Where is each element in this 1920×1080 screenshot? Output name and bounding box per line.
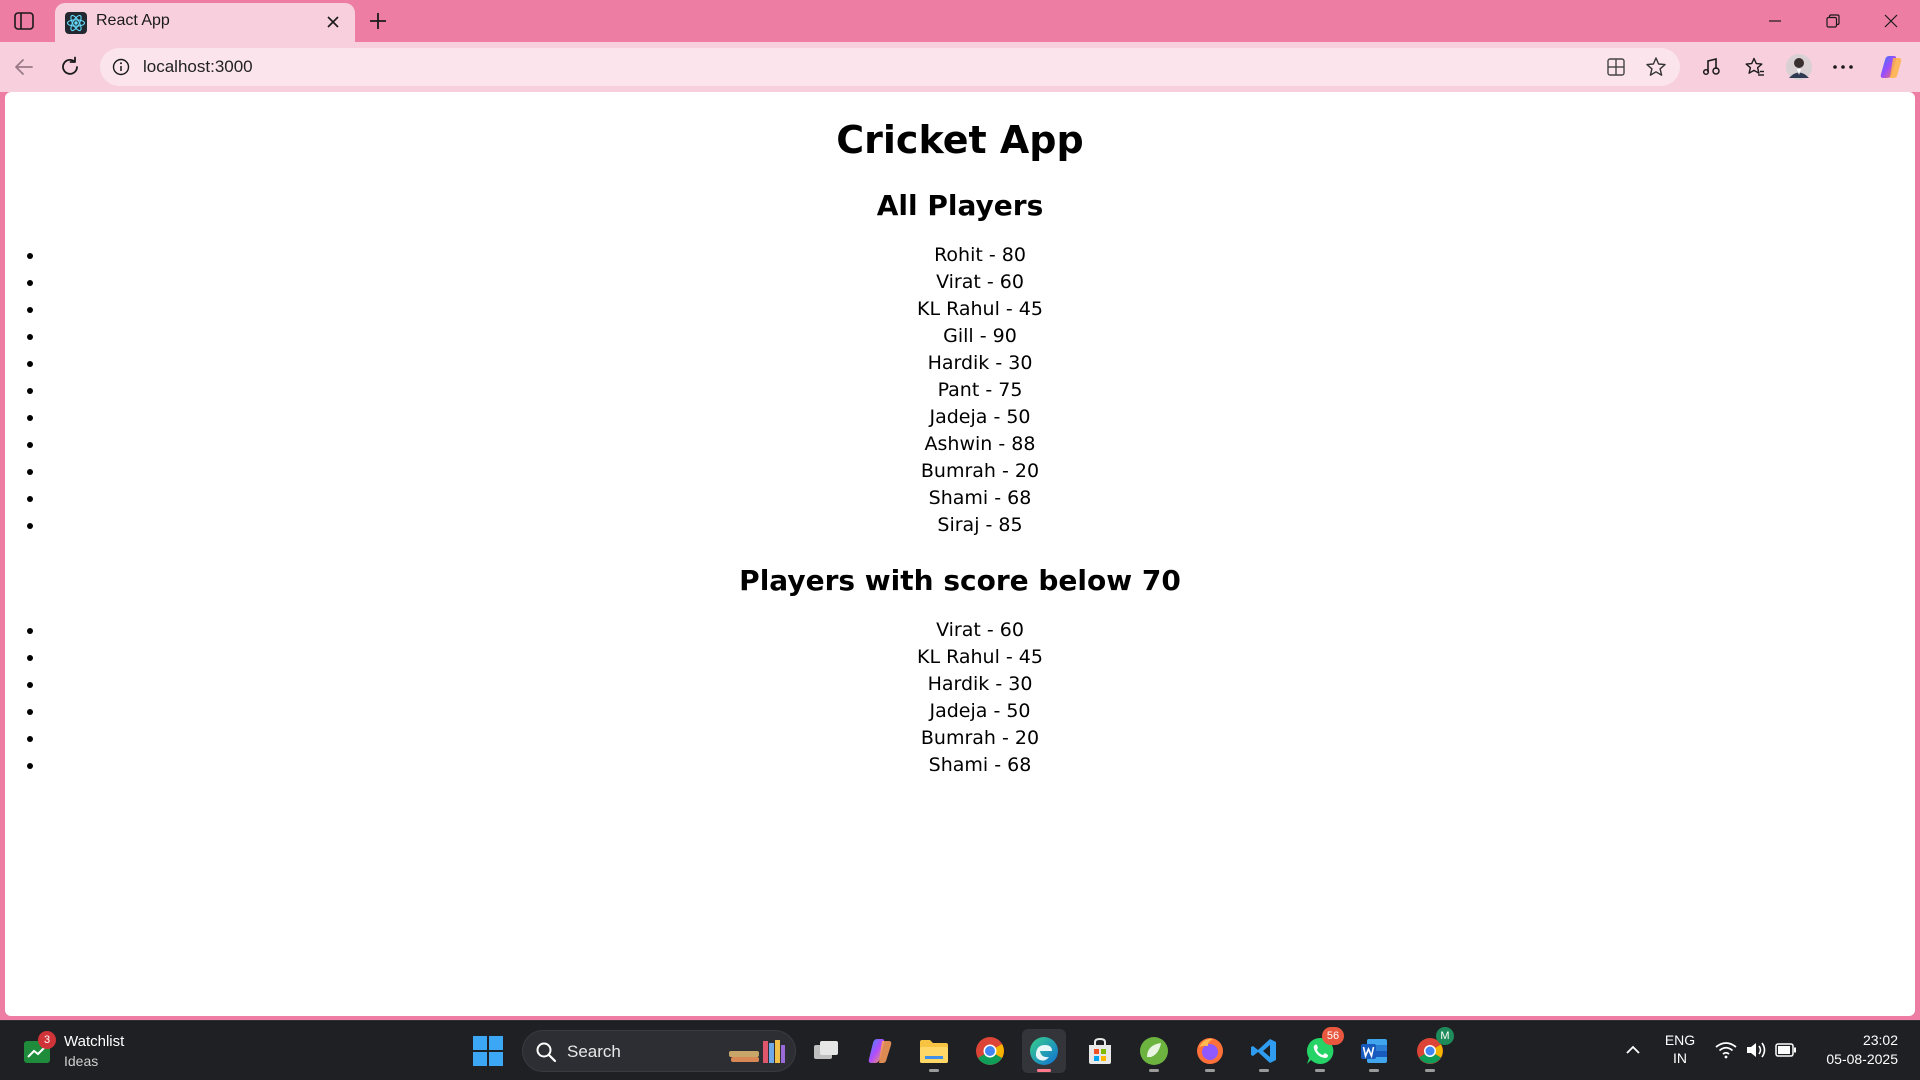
browser-toolbar: localhost:3000 — [0, 42, 1920, 92]
cricket-app-root: Cricket App All Players Rohit - 80 Virat… — [5, 92, 1915, 779]
new-tab-button[interactable] — [364, 7, 392, 35]
close-window-button[interactable] — [1868, 4, 1914, 38]
running-indicator — [1259, 1069, 1269, 1072]
spring-tool-icon[interactable] — [1132, 1029, 1176, 1073]
tab-strip: React App — [0, 0, 1920, 42]
books-highlight-icon — [729, 1040, 785, 1063]
battery-icon[interactable] — [1774, 1038, 1798, 1062]
page-viewport: Cricket App All Players Rohit - 80 Virat… — [5, 92, 1915, 1016]
url-text[interactable]: localhost:3000 — [143, 57, 253, 77]
chrome-icon[interactable] — [968, 1029, 1012, 1073]
language-line1: ENG — [1664, 1032, 1696, 1048]
list-item: Siraj - 85 — [45, 512, 1915, 539]
list-item: Jadeja - 50 — [45, 698, 1915, 725]
list-item: Bumrah - 20 — [45, 458, 1915, 485]
running-indicator — [1205, 1069, 1215, 1072]
page-title: Cricket App — [836, 118, 1084, 162]
running-indicator — [1315, 1069, 1325, 1072]
taskbar: 3 Watchlist Ideas Search 56 M ENG IN 23:… — [0, 1020, 1920, 1080]
copilot-icon[interactable] — [1875, 51, 1907, 83]
more-icon[interactable] — [1827, 51, 1859, 83]
info-icon[interactable] — [110, 56, 132, 78]
address-bar[interactable]: localhost:3000 — [100, 48, 1680, 86]
running-indicator — [1149, 1069, 1159, 1072]
list-item: Virat - 60 — [45, 617, 1915, 644]
close-window-icon — [1884, 14, 1898, 28]
below-70-heading: Players with score below 70 — [739, 564, 1181, 597]
list-item: Rohit - 80 — [45, 242, 1915, 269]
task-view-icon[interactable] — [804, 1029, 848, 1073]
list-item: Bumrah - 20 — [45, 725, 1915, 752]
list-item: Shami - 68 — [45, 752, 1915, 779]
react-logo-icon — [65, 12, 87, 34]
list-item: Pant - 75 — [45, 377, 1915, 404]
app-available-icon[interactable] — [1603, 54, 1629, 80]
widget-title: Watchlist — [64, 1033, 125, 1050]
volume-icon[interactable] — [1744, 1038, 1768, 1062]
list-item: Jadeja - 50 — [45, 404, 1915, 431]
list-item: Gill - 90 — [45, 323, 1915, 350]
whatsapp-icon[interactable]: 56 — [1298, 1027, 1344, 1073]
wifi-icon[interactable] — [1714, 1038, 1738, 1062]
firefox-icon[interactable] — [1188, 1029, 1232, 1073]
refresh-icon[interactable] — [54, 51, 86, 83]
list-item: Hardik - 30 — [45, 671, 1915, 698]
tab-actions-icon[interactable] — [10, 8, 38, 34]
all-players-list: Rohit - 80 Virat - 60 KL Rahul - 45 Gill… — [5, 242, 1915, 539]
list-item: Virat - 60 — [45, 269, 1915, 296]
language-line2: IN — [1673, 1050, 1687, 1066]
profile-avatar[interactable] — [1783, 51, 1815, 83]
list-item: Shami - 68 — [45, 485, 1915, 512]
minimize-button[interactable] — [1752, 4, 1798, 38]
search-label: Search — [567, 1042, 621, 1061]
restore-icon — [1826, 14, 1840, 28]
clock-date: 05-08-2025 — [1826, 1051, 1898, 1067]
all-players-heading: All Players — [876, 189, 1044, 222]
widget-subtitle: Ideas — [64, 1053, 99, 1069]
watchlist-widget[interactable]: 3 Watchlist Ideas — [22, 1029, 182, 1073]
chrome-profile-icon[interactable]: M — [1408, 1027, 1454, 1073]
word-icon[interactable] — [1352, 1029, 1396, 1073]
language-indicator[interactable]: ENG IN — [1660, 1031, 1700, 1067]
profile-badge: M — [1436, 1027, 1454, 1045]
restore-button[interactable] — [1810, 4, 1856, 38]
tab-react-app[interactable]: React App — [55, 3, 355, 42]
below-70-list: Virat - 60 KL Rahul - 45 Hardik - 30 Jad… — [5, 617, 1915, 779]
plus-icon — [370, 13, 386, 29]
music-icon[interactable] — [1695, 51, 1727, 83]
system-clock[interactable]: 23:02 05-08-2025 — [1808, 1031, 1898, 1069]
windows-start-icon[interactable] — [472, 1035, 504, 1067]
running-indicator — [1425, 1069, 1435, 1072]
file-explorer-icon[interactable] — [912, 1029, 956, 1073]
chevron-up-icon[interactable] — [1620, 1037, 1646, 1063]
widget-badge: 3 — [38, 1031, 56, 1049]
copilot-app-icon[interactable] — [858, 1029, 902, 1073]
list-item: Hardik - 30 — [45, 350, 1915, 377]
clock-time: 23:02 — [1862, 1032, 1898, 1048]
edge-icon[interactable] — [1022, 1029, 1066, 1073]
list-item: Ashwin - 88 — [45, 431, 1915, 458]
tab-title: React App — [96, 12, 170, 29]
vscode-icon[interactable] — [1242, 1029, 1286, 1073]
list-item: KL Rahul - 45 — [45, 296, 1915, 323]
notification-badge: 56 — [1322, 1027, 1344, 1045]
close-icon[interactable] — [321, 10, 345, 34]
microsoft-store-icon[interactable] — [1078, 1029, 1122, 1073]
active-indicator — [1037, 1069, 1051, 1072]
search-icon — [536, 1042, 557, 1063]
taskbar-search[interactable]: Search — [522, 1030, 796, 1072]
running-indicator — [1369, 1069, 1379, 1072]
favorites-icon[interactable] — [1739, 51, 1771, 83]
back-arrow-icon[interactable] — [8, 51, 40, 83]
running-indicator — [929, 1069, 939, 1072]
minimize-icon — [1769, 20, 1781, 22]
list-item: KL Rahul - 45 — [45, 644, 1915, 671]
star-icon[interactable] — [1643, 54, 1669, 80]
